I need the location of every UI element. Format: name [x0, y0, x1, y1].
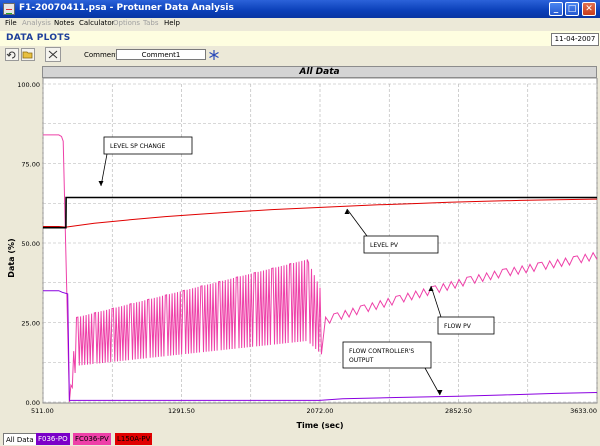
tab-l150a-pv[interactable]: L150A-PV [115, 433, 153, 445]
annotation-label: LEVEL SP CHANGE [110, 143, 166, 150]
menu-help[interactable]: Help [164, 19, 180, 27]
tab-all-data[interactable]: All Data [3, 433, 37, 445]
open-button[interactable] [21, 48, 35, 61]
undo-button[interactable] [5, 48, 19, 61]
plot-header: All Data [42, 66, 597, 78]
annotation-label: LEVEL PV [370, 242, 399, 249]
menu-notes[interactable]: Notes [54, 19, 74, 27]
maximize-button[interactable]: □ [565, 2, 579, 16]
undo-icon [6, 51, 16, 59]
comment-label: Comment [84, 51, 119, 59]
y-tick-label: 50.00 [21, 240, 40, 248]
data-chart[interactable]: 0.00 25.00 50.00 75.00 100.00 511.00 1291.50 2… [0, 78, 600, 432]
tab-fc036-pv[interactable]: FC036-PV [73, 433, 111, 445]
y-tick-label: 0.00 [26, 399, 40, 407]
toolbar: Comment Comment1 [0, 46, 600, 64]
annotation-label: OUTPUT [349, 357, 374, 364]
section-title: DATA PLOTS [6, 33, 71, 43]
open-folder-icon [22, 51, 33, 59]
comment-field[interactable]: Comment1 [116, 49, 206, 60]
app-chart-icon [3, 3, 15, 15]
menu-tabs[interactable]: Tabs [143, 19, 159, 27]
annotation-label: FLOW PV [444, 323, 472, 330]
annotation-label: FLOW CONTROLLER'S [349, 348, 414, 355]
tab-f036-po[interactable]: F036-PO [36, 433, 70, 445]
menu-bar: File Analysis Notes Calculator Options T… [0, 18, 600, 30]
date-display: 11-04-2007 [551, 33, 599, 46]
x-tick-label: 3633.00 [570, 407, 597, 415]
x-tick-label: 1291.50 [168, 407, 195, 415]
x-tick-label: 2072.00 [307, 407, 334, 415]
y-tick-label: 75.00 [21, 161, 40, 169]
y-tick-label: 25.00 [21, 320, 40, 328]
snowflake-button[interactable] [208, 49, 220, 61]
x-tick-label: 511.00 [31, 407, 54, 415]
y-axis-label: Data (%) [7, 238, 16, 277]
y-tick-label: 100.00 [17, 81, 40, 89]
menu-calculator[interactable]: Calculator [79, 19, 115, 27]
snowflake-icon [209, 50, 219, 60]
clear-icon [48, 50, 58, 59]
annotation-box [342, 341, 432, 369]
title-bar: F1-20070411.psa - Protuner Data Analysis… [0, 0, 600, 18]
minimize-button[interactable]: _ [549, 2, 563, 16]
menu-analysis[interactable]: Analysis [22, 19, 51, 27]
window-title: F1-20070411.psa - Protuner Data Analysis [19, 3, 234, 13]
menu-options[interactable]: Options [113, 19, 140, 27]
x-axis-label: Time (sec) [297, 421, 344, 430]
menu-file[interactable]: File [5, 19, 17, 27]
clear-button[interactable] [45, 47, 61, 62]
tab-bar: All Data F036-PO FC036-PV L150A-PV [0, 432, 600, 446]
data-plots-header: DATA PLOTS [0, 31, 600, 46]
x-tick-label: 2852.50 [445, 407, 472, 415]
close-button[interactable]: ✕ [582, 2, 596, 16]
